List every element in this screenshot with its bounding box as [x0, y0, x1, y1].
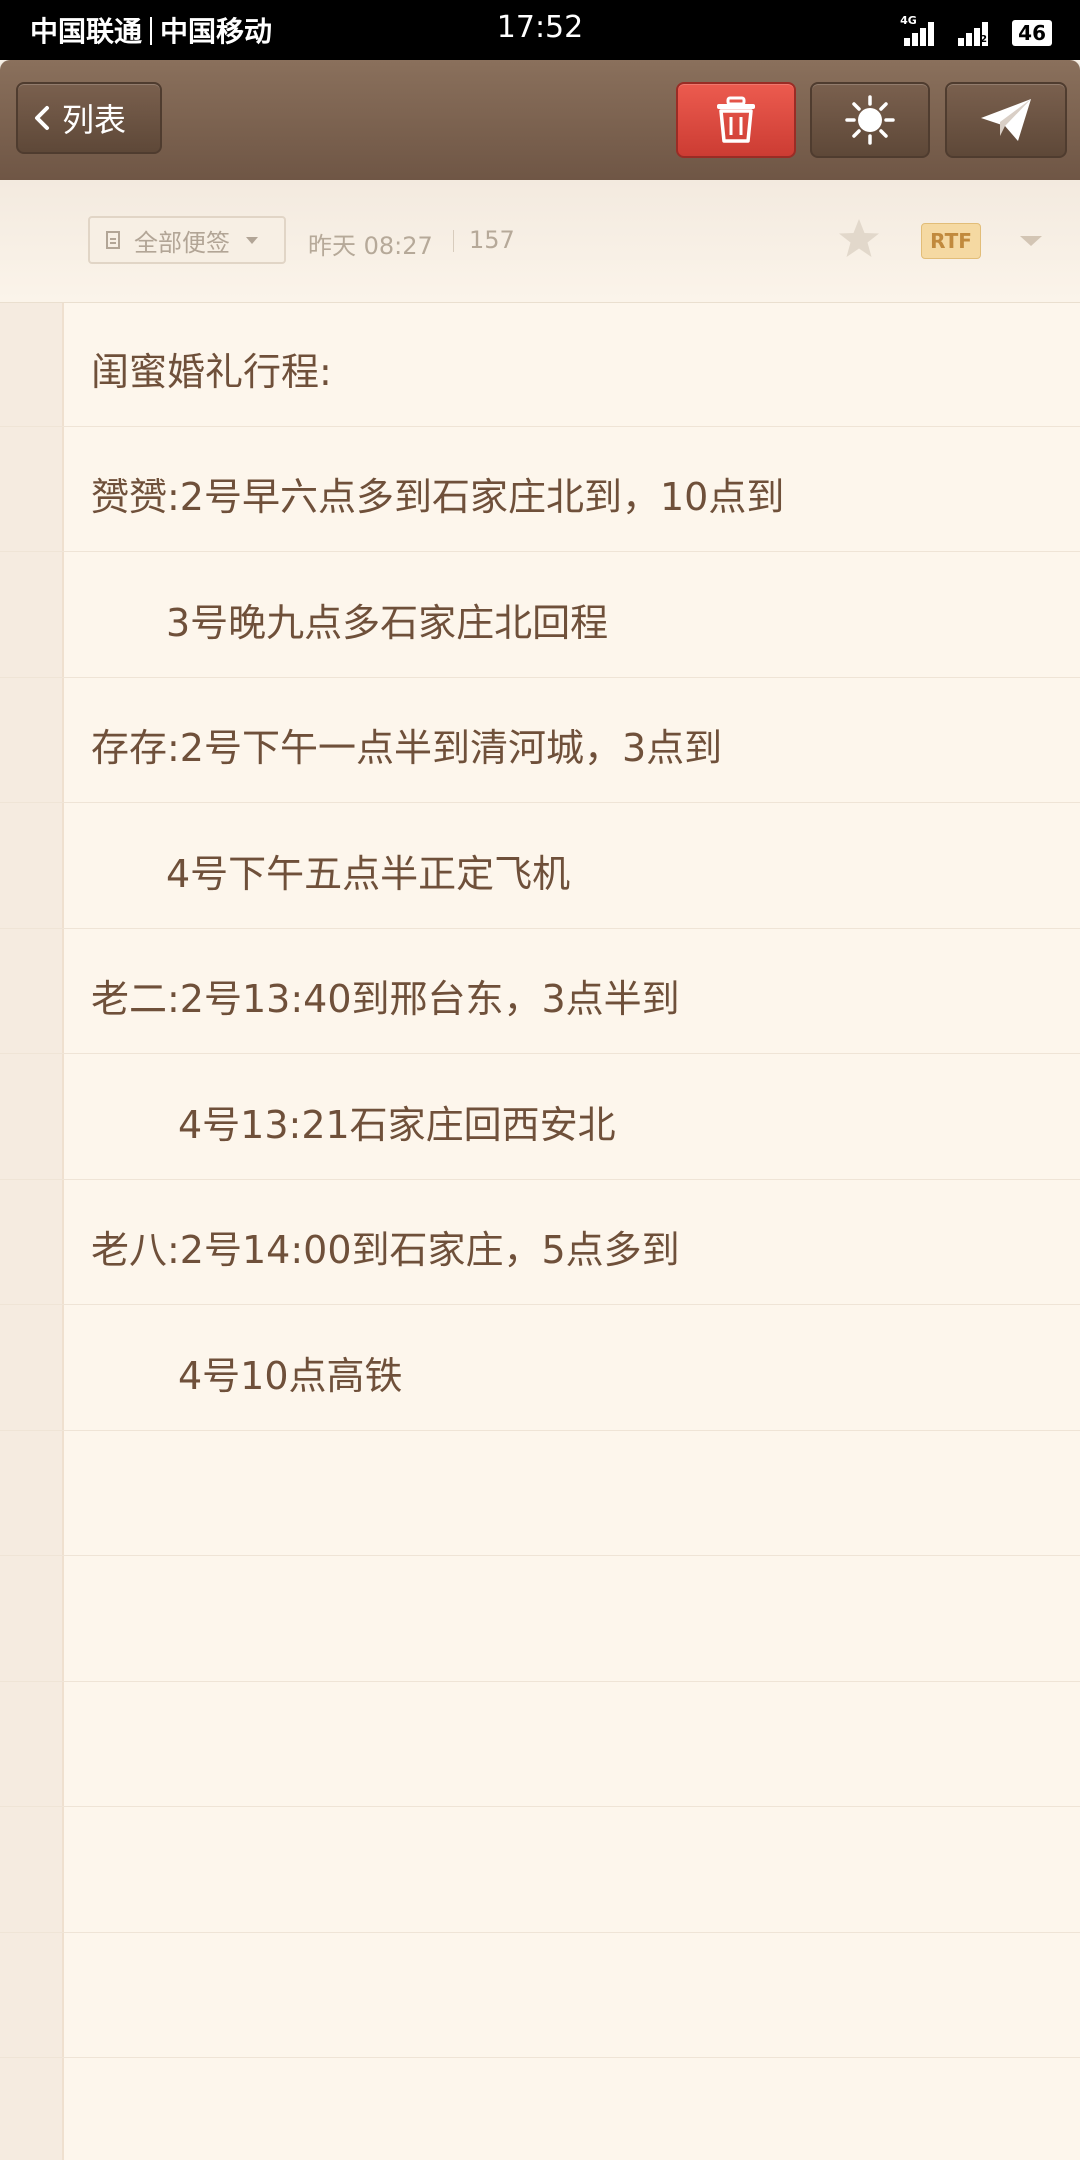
send-button[interactable]: [945, 82, 1067, 158]
signal-icon-sim1: 4G: [900, 14, 940, 46]
note-line[interactable]: 4号下午五点半正定飞机: [0, 804, 1080, 929]
empty-note-line[interactable]: [0, 1808, 1080, 1933]
empty-note-line[interactable]: [0, 1933, 1080, 2058]
toolbar: 列表: [0, 60, 1080, 180]
back-to-list-button[interactable]: 列表: [16, 82, 162, 154]
note-paper: 全部便签 昨天 08:27 157 RTF 闺蜜婚礼行程: 赟赟:2号早六点多到…: [0, 180, 1080, 2160]
sim2-label: 2: [980, 34, 988, 45]
empty-note-line[interactable]: [0, 1431, 1080, 1556]
chevron-left-icon: [35, 106, 49, 130]
char-count: 157: [469, 226, 515, 254]
note-meta-bar: 全部便签 昨天 08:27 157 RTF: [0, 180, 1080, 303]
theme-toggle-button[interactable]: [810, 82, 930, 158]
status-indicators: 4G 2 46: [900, 14, 1052, 46]
document-icon: [106, 231, 120, 249]
note-line[interactable]: 闺蜜婚礼行程:: [0, 302, 1080, 427]
note-line-text: 闺蜜婚礼行程:: [91, 350, 332, 394]
chevron-down-icon[interactable]: [1020, 236, 1042, 246]
note-line[interactable]: 3号晚九点多石家庄北回程: [0, 553, 1080, 678]
note-line-text: 4号下午五点半正定飞机: [166, 852, 571, 896]
note-line[interactable]: 4号10点高铁: [0, 1306, 1080, 1431]
meta-divider: [453, 230, 454, 252]
note-line[interactable]: 赟赟:2号早六点多到石家庄北到，10点到: [0, 427, 1080, 552]
rtf-badge[interactable]: RTF: [921, 223, 981, 259]
signal-icon-sim2: 2: [954, 18, 994, 46]
note-line[interactable]: 老二:2号13:40到邢台东，3点半到: [0, 929, 1080, 1054]
star-icon[interactable]: [836, 216, 882, 262]
empty-note-line[interactable]: [0, 1682, 1080, 1807]
caret-down-icon: [246, 236, 258, 244]
network-type-label: 4G: [900, 14, 917, 27]
note-line-text: 4号13:21石家庄回西安北: [178, 1103, 616, 1147]
battery-icon: 46: [1012, 20, 1052, 46]
note-line-text: 4号10点高铁: [178, 1354, 403, 1398]
paper-plane-icon: [981, 99, 1031, 141]
note-line[interactable]: 存存:2号下午一点半到清河城，3点到: [0, 678, 1080, 803]
trash-icon: [717, 96, 755, 143]
note-line[interactable]: 老八:2号14:00到石家庄，5点多到: [0, 1180, 1080, 1305]
status-bar: 中国联通 中国移动 17:52 4G 2 46: [0, 0, 1080, 60]
note-line-text: 存存:2号下午一点半到清河城，3点到: [91, 726, 723, 770]
note-line-text: 老八:2号14:00到石家庄，5点多到: [91, 1228, 680, 1272]
empty-note-line[interactable]: [0, 1557, 1080, 1682]
note-line-text: 赟赟:2号早六点多到石家庄北到，10点到: [91, 475, 785, 519]
back-button-label: 列表: [62, 101, 127, 139]
folder-label: 全部便签: [134, 228, 230, 257]
note-line-text: 3号晚九点多石家庄北回程: [166, 601, 609, 645]
sun-icon: [845, 95, 895, 145]
folder-selector[interactable]: 全部便签: [88, 216, 286, 264]
note-line[interactable]: 4号13:21石家庄回西安北: [0, 1055, 1080, 1180]
delete-button[interactable]: [676, 82, 796, 158]
note-line-text: 老二:2号13:40到邢台东，3点半到: [91, 977, 680, 1021]
note-timestamp: 昨天 08:27: [308, 232, 433, 260]
